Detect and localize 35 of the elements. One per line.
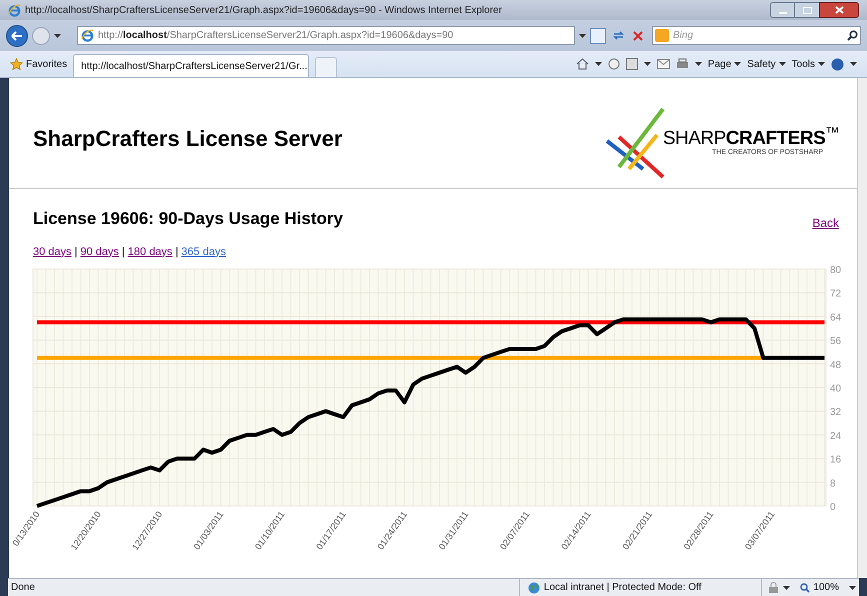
browser-tab[interactable]: http://localhost/SharpCraftersLicenseServer21/Gr... <box>73 54 310 77</box>
url-text: http://localhost/SharpCraftersLicenseServer21/Graph.aspx?id=19606&days=90 <box>98 29 454 43</box>
axis-label: 56 <box>830 336 842 348</box>
toolbar-menu[interactable]: Tools <box>792 56 825 72</box>
axis-label: 8 <box>830 478 836 490</box>
address-field[interactable]: http://localhost/SharpCraftersLicenseServer21/Graph.aspx?id=19606&days=90 <box>77 26 575 45</box>
section-heading: License 19606: 90-Days Usage History <box>33 208 343 230</box>
axis-label: 40 <box>830 384 842 394</box>
range-link[interactable]: 30 days <box>33 244 72 260</box>
favorites-button[interactable]: Favorites <box>10 53 68 75</box>
axis-label: 72 <box>830 288 842 300</box>
axis-label: 32 <box>830 407 842 418</box>
range-link[interactable]: 90 days <box>80 244 119 260</box>
toolbar-menu[interactable]: Safety <box>747 56 786 72</box>
axis-label: 24 <box>830 430 842 442</box>
logo-wordmark: SHARPCRAFTERS$^{™}$ <box>662 129 839 148</box>
status-text: Done <box>11 581 35 595</box>
axis-label: 48 <box>830 360 842 371</box>
axis-label: 16 <box>830 454 842 466</box>
search-input[interactable]: Bing <box>673 28 843 43</box>
page-title: SharpCrafters License Server <box>33 124 342 153</box>
link-separator: | <box>122 244 125 260</box>
link-separator: | <box>74 244 78 260</box>
link-separator: | <box>175 244 178 260</box>
security-zone-text: Local intranet | Protected Mode: Off <box>544 581 702 595</box>
range-link[interactable]: 365 days <box>181 244 226 260</box>
axis-label: 80 <box>830 265 842 276</box>
search-field[interactable]: Bing <box>652 26 861 45</box>
axis-label: 0 <box>830 502 836 513</box>
zoom-button[interactable]: 100% <box>800 580 839 595</box>
axis-label: 64 <box>830 312 842 324</box>
range-link[interactable]: 180 days <box>128 244 172 260</box>
back-link[interactable]: Back <box>812 214 839 232</box>
toolbar-menu[interactable]: Page <box>708 56 742 72</box>
window-title: http://localhost/SharpCraftersLicenseServer21/Graph.aspx?id=19606&days=90 - Windows Internet Explorer <box>25 4 502 18</box>
